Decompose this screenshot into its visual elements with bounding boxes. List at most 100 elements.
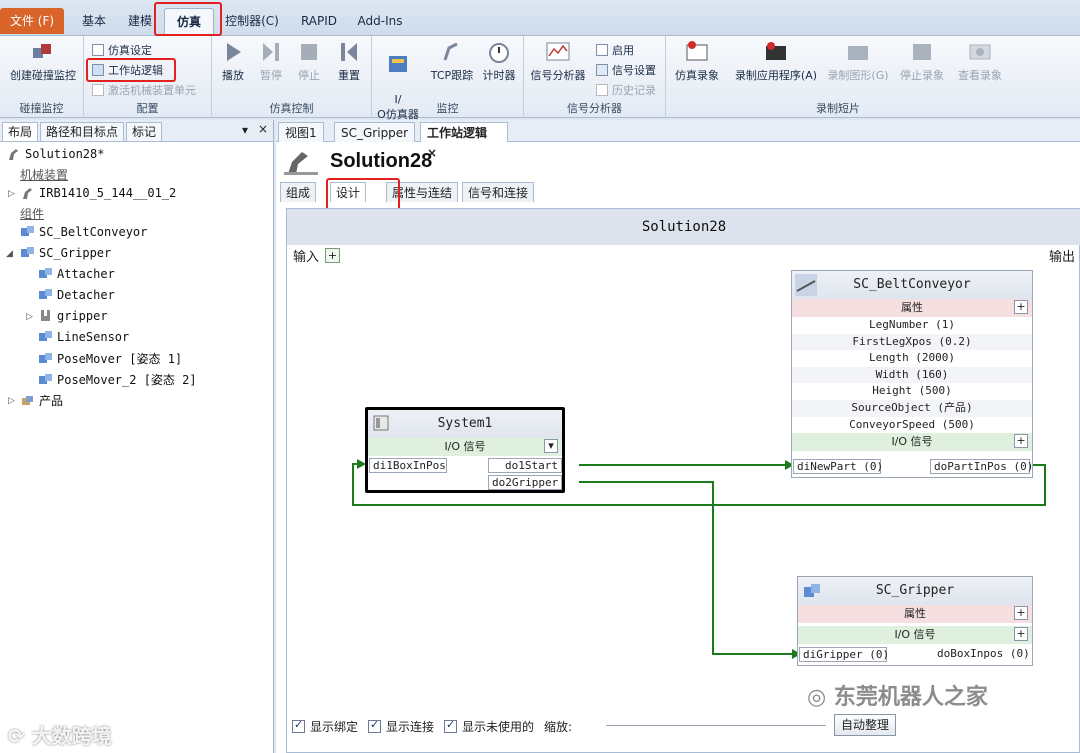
conveyor-icon (795, 274, 817, 296)
sim-record-button[interactable]: 仿真录象 (668, 40, 726, 83)
conveyor-prop: ConveyorSpeed (500) (849, 417, 975, 431)
signal-do2gripper[interactable]: do2Gripper (488, 475, 562, 490)
subtab-signals[interactable]: 信号和连接 (462, 182, 535, 202)
conveyor-prop: LegNumber (1) (868, 318, 956, 331)
tree-gripper[interactable]: SC_Gripper (20, 245, 111, 260)
group-config: 仿真设定 工作站逻辑 激活机械装置单元 配置 (84, 36, 212, 118)
tree-child[interactable]: LineSensor (38, 329, 129, 344)
group-signal-analyzer: 信号分析器 启用 信号设置 历史记录 信号分析器 (524, 36, 666, 118)
expand-io-button[interactable]: + (1014, 627, 1028, 641)
conveyor-props-section: 属性 + (792, 299, 1032, 317)
subtab-props-links[interactable]: 属性与连结 (386, 182, 459, 202)
station-logic-icon (92, 64, 104, 76)
signal-di1boxinpos[interactable]: di1BoxInPos (369, 458, 447, 473)
pause-button[interactable]: 暂停 (254, 40, 288, 83)
conveyor-prop: Width (160) (792, 366, 1032, 384)
tab-layout[interactable]: 布局 (2, 122, 39, 141)
stop-record-button[interactable]: 停止录象 (894, 40, 950, 83)
tree-root[interactable]: Solution28* (6, 146, 104, 161)
show-connection-checkbox[interactable]: 显示连接 (368, 718, 434, 735)
component-icon (39, 353, 52, 363)
expand-props-button[interactable]: + (1014, 300, 1028, 314)
wire-do2gripper-digripper (579, 481, 792, 655)
create-collision-button[interactable]: 创建碰撞监控 (4, 40, 82, 83)
signal-analyzer-icon (546, 42, 570, 61)
group-monitor: I/ O仿真器 TCP跟踪 计时器 监控 (372, 36, 524, 121)
watermark-left: ⟳ 大数跨境 (8, 724, 112, 748)
play-button[interactable]: 播放 (216, 40, 250, 83)
show-binding-checkbox[interactable]: 显示绑定 (292, 718, 358, 735)
reset-button[interactable]: 重置 (330, 40, 368, 83)
history-button[interactable]: 历史记录 (596, 82, 656, 98)
tab-file[interactable]: 文件 (F) (0, 8, 64, 34)
component-icon (39, 268, 52, 278)
mech-icon (92, 84, 104, 96)
document-tabs: 视图1 SC_Gripper 工作站逻辑 × (276, 120, 1080, 160)
tcp-trace-icon (443, 42, 458, 61)
tab-addins[interactable]: Add-Ins (352, 8, 408, 34)
group-record: 仿真录象 录制应用程序(A) 录制图形(G) 停止录象 查看录象 录制短片 (666, 36, 1010, 118)
station-logic-button[interactable]: 工作站逻辑 (92, 62, 163, 78)
view-record-button[interactable]: 查看录象 (952, 40, 1008, 83)
tab-station-logic[interactable]: 工作站逻辑 × (420, 122, 508, 160)
auto-arrange-button[interactable]: 自动整理 (834, 714, 897, 736)
tab-sc-gripper[interactable]: SC_Gripper (334, 122, 416, 142)
tree-robot[interactable]: IRB1410_5_144__01_2 (20, 185, 176, 200)
record-app-button[interactable]: 录制应用程序(A) (730, 40, 822, 83)
station-icon (9, 149, 18, 160)
tab-modeling[interactable]: 建模 (120, 8, 160, 34)
signal-digripper[interactable]: diGripper (0) (799, 647, 889, 662)
tab-tags[interactable]: 标记 (126, 122, 163, 141)
activate-mech-button[interactable]: 激活机械装置单元 (92, 82, 196, 98)
system-block[interactable]: System1 I/O 信号 ▾ di1BoxInPos do1Start do… (365, 407, 565, 493)
tab-view1[interactable]: 视图1 (278, 122, 324, 142)
tree-conveyor[interactable]: SC_BeltConveyor (20, 224, 147, 239)
signal-dinewpart[interactable]: diNewPart (0) (793, 459, 883, 474)
logic-canvas[interactable]: Solution28 输入 + 输出 System1 I/O 信号 ▾ di1Bo… (286, 208, 1080, 753)
tab-simulation[interactable]: 仿真 (164, 8, 214, 34)
pin-icon[interactable]: ▾ (242, 123, 248, 137)
expand-arrow-icon[interactable]: ▷ (8, 189, 15, 199)
tcp-trace-button[interactable]: TCP跟踪 (426, 40, 478, 83)
system-block-header: System1 (368, 410, 562, 438)
zoom-slider[interactable] (606, 725, 826, 726)
tab-basic[interactable]: 基本 (72, 8, 116, 34)
record-graphic-button[interactable]: 录制图形(G) (824, 40, 892, 83)
expand-arrow-icon[interactable]: ▷ (8, 396, 15, 406)
subtab-design[interactable]: 设计 (330, 182, 367, 202)
tree-child[interactable]: PoseMover [姿态 1] (38, 350, 182, 367)
tree-child[interactable]: Attacher (38, 266, 115, 281)
gripper-block[interactable]: SC_Gripper 属性 + I/O 信号 + diGripper (0) d… (797, 576, 1033, 666)
enable-checkbox[interactable]: 启用 (596, 42, 634, 58)
stop-button[interactable]: 停止 (292, 40, 326, 83)
signal-setup-button[interactable]: 信号设置 (596, 62, 656, 78)
tree-child[interactable]: Detacher (38, 287, 115, 302)
tree-child[interactable]: PoseMover_2 [姿态 2] (38, 371, 197, 388)
tab-controller[interactable]: 控制器(C) (220, 8, 284, 34)
expand-io-button[interactable]: + (1014, 434, 1028, 449)
signal-dopartinpos[interactable]: doPartInPos (0) (930, 459, 1033, 474)
signal-do1start[interactable]: do1Start (488, 458, 562, 473)
expand-props-button[interactable]: + (1014, 606, 1028, 620)
smart-component-icon (21, 247, 34, 257)
show-unused-checkbox[interactable]: 显示未使用的 (444, 718, 534, 735)
signal-doboxinpos[interactable]: doBoxInpos (0) (934, 647, 1030, 662)
zoom-label: 缩放: (544, 719, 573, 734)
component-icon (39, 374, 52, 384)
dropdown-button[interactable]: ▾ (544, 439, 558, 453)
sim-setup-button[interactable]: 仿真设定 (92, 42, 152, 58)
view-record-icon (969, 44, 991, 60)
tab-rapid[interactable]: RAPID (294, 8, 344, 34)
close-icon[interactable]: × (258, 122, 268, 136)
tab-paths-targets[interactable]: 路径和目标点 (40, 122, 125, 141)
expand-arrow-icon[interactable]: ▷ (26, 312, 33, 322)
subtab-compose[interactable]: 组成 (280, 182, 317, 202)
collapse-arrow-icon[interactable]: ◢ (6, 249, 13, 259)
timer-button[interactable]: 计时器 (478, 40, 520, 83)
conveyor-block[interactable]: SC_BeltConveyor 属性 + LegNumber (1) First… (791, 270, 1033, 478)
tree-child[interactable]: gripper (38, 308, 108, 323)
watermark-right: ◎ 东莞机器人之家 (807, 685, 988, 710)
tree-product[interactable]: 产品 (20, 392, 63, 409)
group-label: 配置 (136, 102, 159, 115)
signal-analyzer-button[interactable]: 信号分析器 (526, 40, 590, 83)
